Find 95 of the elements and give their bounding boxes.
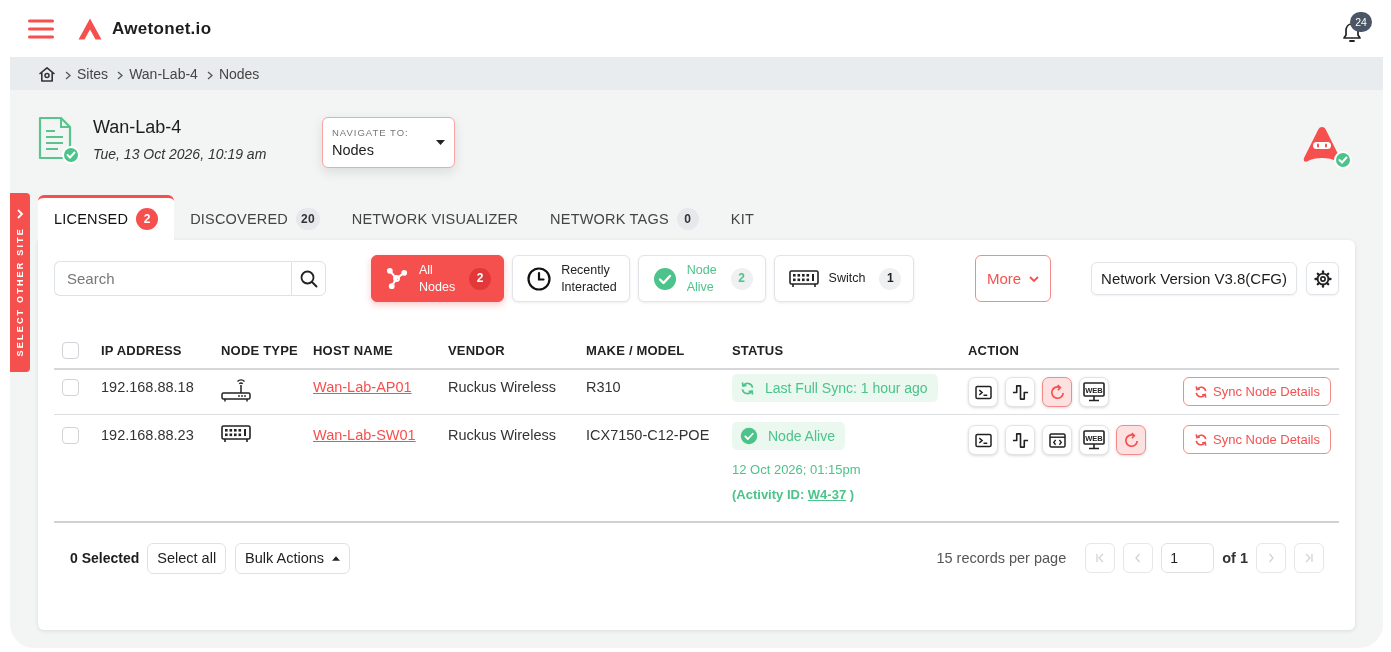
column-header: IP ADDRESS [101,343,183,358]
reboot-button[interactable] [1116,425,1146,455]
tab[interactable]: DISCOVERED 20 [174,195,336,240]
chevron-right-icon [117,70,124,80]
tab[interactable]: KIT [714,195,770,240]
chevron-right-icon [206,70,213,80]
filter-chip[interactable]: Switch 1 [773,255,915,302]
site-name: Wan-Lab-4 [93,117,183,138]
clock-icon [527,266,552,291]
count-badge: 2 [136,208,159,230]
search-button[interactable] [291,261,326,296]
caret-down-icon [436,139,445,145]
count-badge: 0 [676,208,699,230]
tab[interactable]: NETWORK TAGS 0 [534,195,715,240]
settings-icon [1313,269,1332,288]
chevron-right-icon [1266,553,1276,563]
refresh-icon [1122,431,1140,449]
count-badge: 1 [879,267,902,290]
row-checkbox[interactable] [62,379,79,396]
breadcrumb-link[interactable]: Nodes [218,65,260,82]
chevron-right-icon [65,70,71,80]
terminal-button[interactable] [968,377,998,407]
sync-icon [740,380,755,396]
vendor-name: Ruckus Wireless [448,426,556,445]
page-input[interactable]: 1 [1161,543,1215,573]
count-badge: 2 [730,267,753,290]
ip-address: 192.168.88.23 [101,426,194,445]
activity-id-text: (Activity ID: W4-37 ) [732,486,855,504]
status-text: Last Full Sync: 1 hour ago [765,379,928,398]
refresh-icon [1048,383,1066,401]
column-header: MAKE / MODEL [586,343,686,358]
vendor-name: Ruckus Wireless [448,378,556,397]
count-badge: 2 [469,267,492,290]
first-page-icon [1095,553,1106,563]
site-timestamp: Tue, 13 Oct 2026, 10:19 am [93,146,267,162]
network-nodes-icon [386,267,409,290]
switch-icon [788,269,819,288]
search-icon [299,269,318,288]
status-text: Node Alive [768,427,835,446]
search-field[interactable]: Search [54,261,291,296]
sync-node-details-button[interactable]: Sync Node Details [1183,377,1331,406]
column-header: VENDOR [448,343,506,358]
model-name: R310 [586,378,621,397]
column-header: ACTION [968,343,1021,358]
pulse-icon [1011,383,1029,401]
notification-count: 24 [1350,11,1372,32]
settings-button[interactable] [1306,262,1339,295]
bulk-actions-button[interactable]: Bulk Actions [235,542,351,574]
code-button[interactable] [1042,425,1072,455]
ip-address: 192.168.88.18 [101,378,194,397]
page-total: of 1 [1222,550,1248,566]
pulse-button[interactable] [1005,425,1035,455]
sync-icon [1194,432,1209,447]
row-checkbox[interactable] [62,427,79,444]
code-window-icon [1048,432,1066,448]
document-check-icon [38,115,80,164]
selected-count: 0 Selected [70,550,140,566]
check-circle-icon [740,427,758,445]
column-header: STATUS [732,343,785,358]
switch-icon [221,425,251,443]
model-name: ICX7150-C12-POE [586,426,710,445]
caret-up-icon [332,555,341,561]
chevron-down-icon [1029,275,1040,282]
last-page-icon [1304,553,1314,563]
select-all-checkbox[interactable] [62,342,79,359]
filter-chip[interactable]: Recently Interacted [512,255,630,302]
pulse-button[interactable] [1005,377,1035,407]
breadcrumb-link[interactable]: Sites [77,65,109,82]
count-badge: 20 [296,208,320,230]
menu-icon[interactable] [28,18,54,39]
sync-node-details-button[interactable]: Sync Node Details [1183,425,1331,454]
records-per-page: 15 records per page [936,550,1067,566]
host-name-link[interactable]: Wan-Lab-SW01 [313,425,416,445]
status-time: 12 Oct 2026; 01:15pm [732,461,861,479]
breadcrumb-link[interactable]: Wan-Lab-4 [129,65,198,82]
reboot-button[interactable] [1042,377,1072,407]
column-header: HOST NAME [313,343,394,358]
check-circle-icon [652,266,677,291]
home-icon[interactable] [38,65,56,82]
sync-icon [1194,384,1209,399]
terminal-icon [974,384,992,400]
pulse-icon [1011,431,1029,449]
filter-chip[interactable]: All Nodes 2 [371,255,505,302]
navigate-dropdown[interactable]: NAVIGATE TO: Nodes [322,116,455,168]
tab[interactable]: LICENSED 2 [38,195,175,240]
chevron-right-icon [16,209,24,219]
terminal-icon [974,432,992,448]
column-header: NODE TYPE [221,343,299,358]
brand-name: Awetonet.io [112,18,212,39]
select-all-button[interactable]: Select all [147,542,227,574]
access-point-icon [221,377,251,403]
tab[interactable]: NETWORK VISUALIZER [335,195,535,240]
logo-icon [78,17,102,40]
network-version-button[interactable]: Network Version V3.8(CFG) [1091,262,1297,295]
terminal-button[interactable] [968,425,998,455]
